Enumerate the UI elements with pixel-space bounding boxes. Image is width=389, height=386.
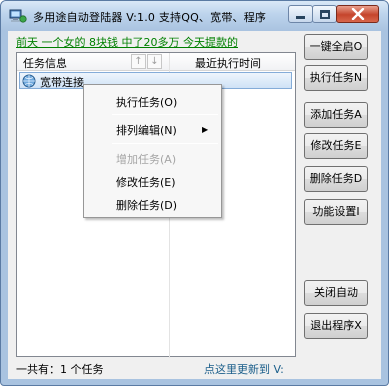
menu-item-run-task[interactable]: 执行任务(O) <box>116 94 177 110</box>
delete-task-button[interactable]: 删除任务D <box>304 166 368 192</box>
client-area: 前天 一个女的 8块钱 中了20多万 今天提款的 任务信息 ↑ ↓ 最近执行时间… <box>8 31 381 379</box>
close-auto-button[interactable]: 关闭自动 <box>304 280 368 306</box>
start-all-button[interactable]: 一键全启O <box>304 34 368 60</box>
status-bar: 一共有：1 个任务 点这里更新到 V: <box>16 359 374 377</box>
minimize-icon <box>296 15 305 19</box>
pc-icon <box>9 9 27 23</box>
submenu-arrow-icon: ▶ <box>202 125 209 134</box>
update-link[interactable]: 点这里更新到 V: <box>204 361 284 377</box>
column-header-last-run[interactable]: 最近执行时间 <box>195 55 261 71</box>
context-menu: 执行任务(O) 排列编辑(N) ▶ 增加任务(A) 修改任务(E) 删除任务(D… <box>83 84 222 218</box>
app-window: 多用途自动登陆器 V:1.0 支持QQ、宽带、程序 前天 一个女的 8块钱 中了… <box>0 0 389 386</box>
network-icon <box>22 74 36 88</box>
menu-separator <box>112 114 218 115</box>
settings-button[interactable]: 功能设置I <box>304 199 368 225</box>
minimize-button[interactable] <box>288 5 313 23</box>
task-count: 一共有：1 个任务 <box>16 363 104 376</box>
edit-task-button[interactable]: 修改任务E <box>304 133 368 159</box>
add-task-button[interactable]: 添加任务A <box>304 102 368 128</box>
list-header: 任务信息 ↑ ↓ 最近执行时间 <box>17 53 295 71</box>
window-title: 多用途自动登陆器 V:1.0 支持QQ、宽带、程序 <box>33 11 267 24</box>
menu-separator <box>112 143 218 144</box>
column-header-task-info[interactable]: 任务信息 <box>23 55 67 71</box>
close-button[interactable] <box>336 5 379 23</box>
menu-item-edit-task[interactable]: 修改任务(E) <box>116 174 176 190</box>
menu-item-delete-task[interactable]: 删除任务(D) <box>116 197 177 213</box>
menu-item-add-task: 增加任务(A) <box>116 153 177 166</box>
menu-item-sort-edit[interactable]: 排列编辑(N) <box>116 122 177 138</box>
sort-down-button[interactable]: ↓ <box>147 54 162 69</box>
close-icon <box>351 8 364 20</box>
marquee-link[interactable]: 前天 一个女的 8块钱 中了20多万 今天提款的 <box>16 34 238 50</box>
maximize-button[interactable] <box>312 5 337 23</box>
exit-button[interactable]: 退出程序X <box>304 313 368 339</box>
run-task-button[interactable]: 执行任务N <box>304 65 368 91</box>
maximize-icon <box>319 9 330 19</box>
title-bar[interactable]: 多用途自动登陆器 V:1.0 支持QQ、宽带、程序 <box>1 1 388 31</box>
sort-up-button[interactable]: ↑ <box>131 54 146 69</box>
row-task-name: 宽带连接 <box>40 76 84 89</box>
